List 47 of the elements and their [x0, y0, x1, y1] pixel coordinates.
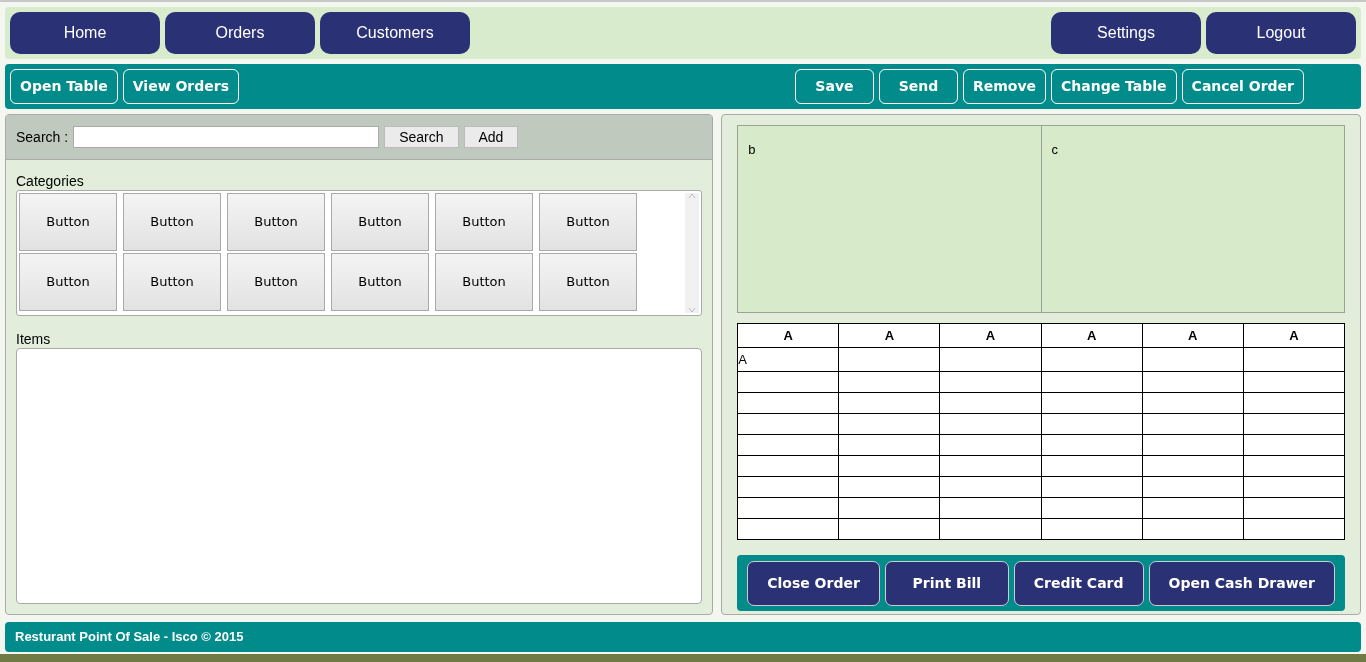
panel-text: c: [1051, 142, 1059, 157]
category-button[interactable]: Button: [331, 253, 429, 311]
category-button[interactable]: Button: [331, 193, 429, 251]
table-cell: A: [737, 347, 839, 372]
toolbar-button[interactable]: Send: [878, 69, 958, 104]
search-bar-button[interactable]: Add: [463, 126, 519, 148]
toolbar-button[interactable]: Change Table: [1051, 69, 1177, 104]
column-header: A: [1142, 323, 1244, 348]
column-header: A: [737, 323, 839, 348]
column-header: A: [1041, 323, 1143, 348]
action-button[interactable]: Print Bill: [884, 560, 1009, 606]
toolbar-button[interactable]: Cancel Order: [1181, 69, 1304, 104]
toolbar-button[interactable]: View Orders: [122, 69, 240, 104]
nav-button[interactable]: Customers: [320, 12, 470, 54]
toolbar-button[interactable]: Remove: [962, 69, 1047, 104]
footer-text: Resturant Point Of Sale - Isco © 2015: [15, 628, 244, 647]
scrollbar[interactable]: [685, 193, 700, 313]
action-button[interactable]: Credit Card: [1013, 560, 1144, 606]
nav-button[interactable]: Orders: [165, 12, 315, 54]
category-button[interactable]: Button: [227, 193, 325, 251]
category-button[interactable]: Button: [435, 253, 533, 311]
category-button[interactable]: Button: [19, 253, 117, 311]
category-button[interactable]: Button: [19, 193, 117, 251]
categories-label: Categories: [16, 172, 85, 190]
items-label: Items: [16, 330, 52, 348]
toolbar-button[interactable]: Save: [794, 69, 874, 104]
category-button[interactable]: Button: [123, 253, 221, 311]
search-bar-button[interactable]: Search: [384, 126, 459, 148]
action-button[interactable]: Open Cash Drawer: [1148, 560, 1335, 606]
toolbar-button[interactable]: Open Table: [10, 69, 118, 104]
column-header: A: [1243, 323, 1345, 348]
column-header: A: [838, 323, 940, 348]
nav-button[interactable]: Home: [10, 12, 160, 54]
search-field[interactable]: [73, 126, 380, 148]
scroll-up-icon[interactable]: [688, 193, 697, 199]
nav-button[interactable]: Logout: [1206, 12, 1356, 54]
panel-text: b: [748, 142, 756, 157]
nav-button[interactable]: Settings: [1051, 12, 1201, 54]
category-button[interactable]: Button: [539, 253, 637, 311]
scroll-down-icon[interactable]: [688, 307, 697, 313]
category-button[interactable]: Button: [539, 193, 637, 251]
category-button[interactable]: Button: [435, 193, 533, 251]
category-button[interactable]: Button: [123, 193, 221, 251]
action-button[interactable]: Close Order: [747, 560, 880, 606]
category-button[interactable]: Button: [227, 253, 325, 311]
column-header: A: [939, 323, 1042, 348]
search-label: Search :: [16, 127, 69, 147]
